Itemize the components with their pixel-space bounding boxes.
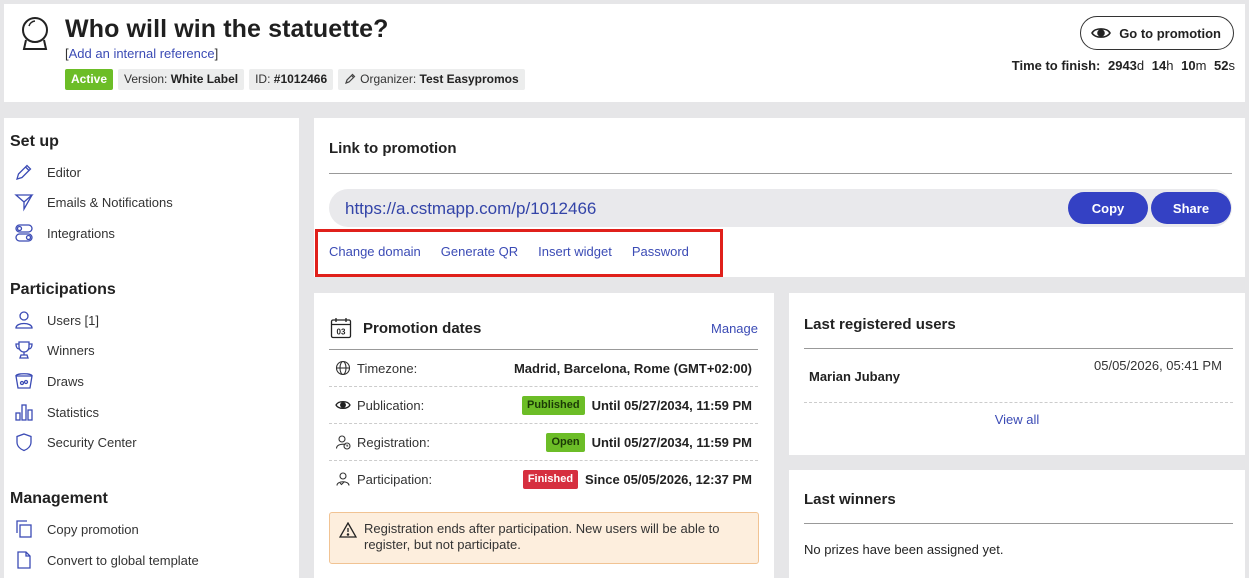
draw-drum-icon <box>15 373 33 389</box>
page-title: Who will win the statuette? <box>65 15 389 43</box>
calendar-icon: 03 <box>330 318 352 339</box>
manage-link[interactable]: Manage <box>711 321 758 336</box>
user-registration-date: 05/05/2026, 05:41 PM <box>1094 358 1222 373</box>
version-badge: Version: White Label <box>118 69 245 90</box>
divider <box>804 402 1233 403</box>
highlight-box <box>315 229 723 277</box>
eye-icon <box>335 400 351 410</box>
time-to-finish: Time to finish: 2943d 14h 10m 52s <box>1011 58 1235 73</box>
panel-title: Last registered users <box>804 316 956 333</box>
add-internal-reference-link[interactable]: Add an internal reference <box>69 46 215 61</box>
sidebar: Set up Editor Emails & Notifications Int… <box>4 118 299 578</box>
bar-chart-icon <box>15 404 33 421</box>
pencil-icon <box>16 164 32 180</box>
warning-icon <box>339 522 357 538</box>
promotion-dates-panel: 03 Promotion dates Manage Timezone: Madr… <box>314 293 774 578</box>
registration-row: Registration: Open Until 05/27/2034, 11:5… <box>329 423 758 460</box>
participation-row: Participation: Finished Since 05/05/2026,… <box>329 460 758 497</box>
copy-icon <box>16 520 32 538</box>
organizer-badge: Organizer: Test Easypromos <box>338 69 525 90</box>
promotion-url[interactable]: https://a.cstmapp.com/p/1012466 <box>345 199 596 219</box>
sidebar-item-security-center[interactable]: Security Center <box>14 431 137 453</box>
panel-title: Last winners <box>804 491 896 508</box>
sidebar-item-users[interactable]: Users [1] <box>14 309 99 331</box>
view-all-link[interactable]: View all <box>789 412 1245 427</box>
status-badge: Finished <box>522 469 579 489</box>
last-registered-users-panel: Last registered users Marian Jubany 05/0… <box>789 293 1245 455</box>
copy-button[interactable]: Copy <box>1068 192 1148 224</box>
user-icon <box>15 311 33 329</box>
section-participations: Participations <box>10 281 116 298</box>
status-badge: Published <box>522 395 585 415</box>
toggles-icon <box>15 224 33 242</box>
section-management: Management <box>10 490 108 507</box>
sidebar-item-emails[interactable]: Emails & Notifications <box>14 191 173 213</box>
status-badges: Active Version: White Label ID: #1012466… <box>65 69 525 90</box>
sidebar-item-winners[interactable]: Winners <box>14 339 95 361</box>
sidebar-item-statistics[interactable]: Statistics <box>14 401 99 423</box>
internal-reference: [Add an internal reference] <box>65 46 219 61</box>
share-button[interactable]: Share <box>1151 192 1231 224</box>
user-name: Marian Jubany <box>809 369 901 384</box>
divider <box>804 348 1233 349</box>
id-badge: ID: #1012466 <box>249 69 334 90</box>
timezone-row: Timezone: Madrid, Barcelona, Rome (GMT+0… <box>329 349 758 386</box>
sidebar-item-editor[interactable]: Editor <box>14 161 81 183</box>
dates-header: 03 Promotion dates <box>330 317 481 339</box>
sidebar-item-integrations[interactable]: Integrations <box>14 222 115 244</box>
status-badge: Active <box>65 69 114 90</box>
divider <box>804 523 1233 524</box>
status-badge: Open <box>546 432 585 452</box>
trophy-icon <box>15 341 33 359</box>
promotion-header: Who will win the statuette? [Add an inte… <box>4 4 1245 102</box>
promotion-url-bar: https://a.cstmapp.com/p/1012466 Copy Sha… <box>329 189 1232 227</box>
go-to-promotion-button[interactable]: Go to promotion <box>1080 16 1234 50</box>
participant-icon <box>336 472 350 486</box>
divider <box>329 173 1232 174</box>
panel-title: Link to promotion <box>329 140 457 157</box>
sidebar-item-copy-promotion[interactable]: Copy promotion <box>14 518 139 540</box>
user-clock-icon <box>335 435 351 450</box>
crystal-ball-icon <box>22 17 48 50</box>
section-setup: Set up <box>10 133 59 150</box>
pencil-icon <box>345 73 356 84</box>
eye-icon <box>1091 28 1112 38</box>
publication-row: Publication: Published Until 05/27/2034, … <box>329 386 758 423</box>
svg-text:03: 03 <box>337 328 346 337</box>
shield-icon <box>16 433 32 452</box>
sidebar-item-draws[interactable]: Draws <box>14 370 84 392</box>
sidebar-item-convert-template[interactable]: Convert to global template <box>14 549 199 571</box>
document-icon <box>17 551 31 569</box>
last-winners-panel: Last winners No prizes have been assigne… <box>789 470 1245 578</box>
globe-icon <box>335 360 351 376</box>
send-icon <box>14 194 34 212</box>
warning-alert: Registration ends after participation. N… <box>329 512 759 564</box>
empty-state-text: No prizes have been assigned yet. <box>804 542 1004 557</box>
